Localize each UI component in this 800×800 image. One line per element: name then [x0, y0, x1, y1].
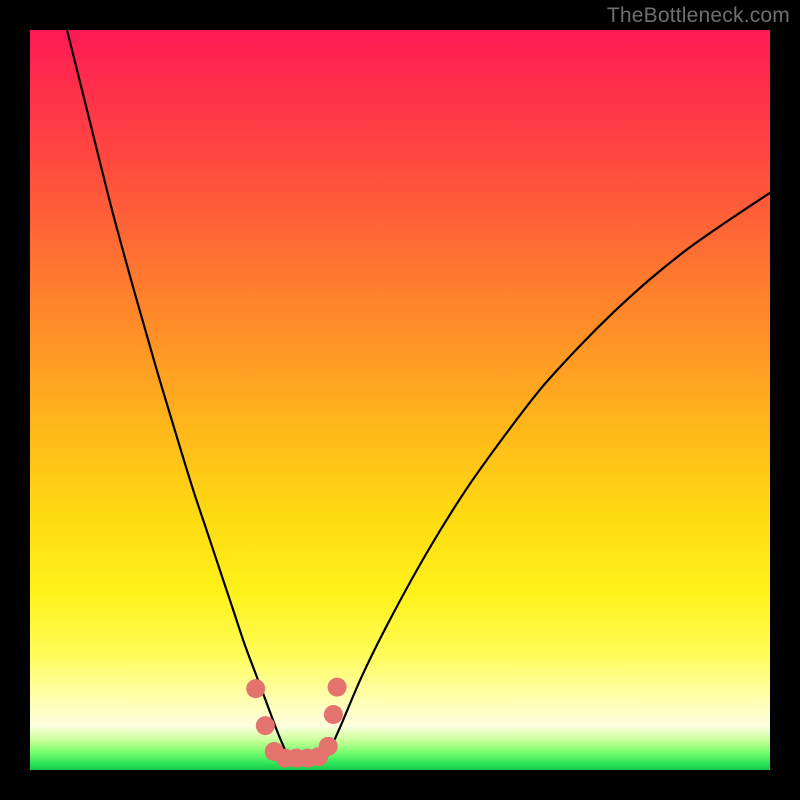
valley-marker-dot [246, 679, 265, 698]
bottleneck-curve-svg [30, 30, 770, 770]
valley-marker-group [246, 678, 346, 768]
curve-left-branch [67, 30, 289, 759]
curve-right-branch [326, 193, 770, 759]
plot-area [30, 30, 770, 770]
valley-marker-dot [256, 716, 275, 735]
outer-black-frame: TheBottleneck.com [0, 0, 800, 800]
watermark-text: TheBottleneck.com [607, 4, 790, 28]
valley-marker-dot [319, 737, 338, 756]
valley-marker-dot [328, 678, 347, 697]
valley-marker-dot [324, 705, 343, 724]
